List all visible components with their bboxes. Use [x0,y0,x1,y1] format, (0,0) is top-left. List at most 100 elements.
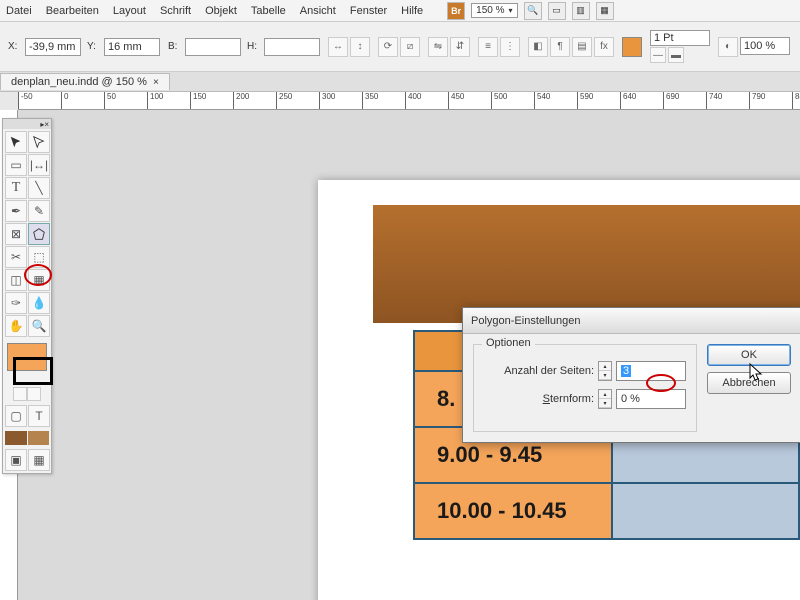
menu-hilfe[interactable]: Hilfe [401,5,423,17]
panel-close-icon[interactable]: × [44,120,49,129]
flip-v-icon[interactable]: ⇵ [450,37,470,57]
ruler-tick: 200 [233,92,249,109]
note-tool[interactable]: ✑ [5,292,27,314]
brown-header-bar [373,205,800,323]
opacity-field[interactable]: 100 % [740,37,790,55]
sides-field[interactable]: 3 [616,361,686,381]
line-tool[interactable]: ╲ [28,177,50,199]
gap-tool[interactable]: |↔| [28,154,50,176]
menu-bearbeiten[interactable]: Bearbeiten [46,5,99,17]
gradient-feather-tool[interactable]: ▦ [28,269,50,291]
para-icon[interactable]: ¶ [550,37,570,57]
zoom-tool[interactable]: 🔍 [28,315,50,337]
ruler-horizontal: -500501001502002503003504004505005405906… [18,92,800,110]
menu-fenster[interactable]: Fenster [350,5,387,17]
menu-bar: Datei Bearbeiten Layout Schrift Objekt T… [0,0,800,22]
zoom-level-dropdown[interactable]: 150 % [471,3,517,18]
close-tab-icon[interactable]: × [153,77,159,88]
ruler-tick: 0 [61,92,68,109]
ruler-tick: -50 [18,92,33,109]
menu-schrift[interactable]: Schrift [160,5,191,17]
ok-button[interactable]: OK [707,344,791,366]
flip-h-icon[interactable]: ⇋ [428,37,448,57]
pencil-tool[interactable]: ✎ [28,200,50,222]
y-label: Y: [87,41,101,52]
pen-tool[interactable]: ✒ [5,200,27,222]
view-mode-preview[interactable]: ▦ [28,449,50,471]
opacity-icon[interactable]: ◐ [718,37,738,57]
stroke-align-icon[interactable]: ▬ [668,47,684,63]
ruler-tick: 100 [147,92,163,109]
ruler-tick: 690 [663,92,679,109]
rotate-icon[interactable]: ⟳ [378,37,398,57]
stroke-weight-field[interactable]: 1 Pt [650,30,710,46]
rectangle-frame-tool[interactable]: ⊠ [5,223,27,245]
ruler-tick: 790 [749,92,765,109]
align-icon[interactable]: ≡ [478,37,498,57]
ruler-tick: 590 [577,92,593,109]
star-stepper[interactable]: ▴▾ [598,389,612,409]
cancel-button[interactable]: Abbrechen [707,372,791,394]
control-panel: X:-39,9 mm Y:16 mm B: H: ↔ ↕ ⟳ ⧄ ⇋ ⇵ ≡ ⋮… [0,22,800,72]
h-label: H: [247,41,261,52]
tools-panel[interactable]: ▸× ▭ |↔| T ╲ ✒ ✎ ⊠ ✂ ⬚ ◫ ▦ ✑ 💧 ✋ 🔍 ▢ T ▣… [2,118,52,474]
ruler-tick: 500 [491,92,507,109]
arrange-icon[interactable]: ▦ [596,2,614,20]
ruler-tick: 150 [190,92,206,109]
stroke-style-icon[interactable]: — [650,47,666,63]
table-cell: 10.00 - 10.45 [414,483,612,539]
default-colors-icon[interactable] [13,387,27,401]
table-cell [612,483,799,539]
view-mode-icon[interactable]: ▭ [548,2,566,20]
ruler-tick: 50 [104,92,116,109]
w-field[interactable] [185,38,241,56]
menu-layout[interactable]: Layout [113,5,146,17]
shear-icon[interactable]: ⧄ [400,37,420,57]
hand-tool[interactable]: ✋ [5,315,27,337]
search-icon[interactable]: 🔍 [524,2,542,20]
menu-datei[interactable]: Datei [6,5,32,17]
ruler-tick: 540 [534,92,550,109]
ruler-tick: 250 [276,92,292,109]
bridge-icon[interactable]: Br [447,2,465,20]
brown-swatch-1[interactable] [5,431,27,445]
selection-tool[interactable] [5,131,27,153]
sides-stepper[interactable]: ▴▾ [598,361,612,381]
color-theme-row [3,429,51,447]
pathfinder-icon[interactable]: ◧ [528,37,548,57]
scissors-tool[interactable]: ✂ [5,246,27,268]
distribute-icon[interactable]: ⋮ [500,37,520,57]
gradient-tool[interactable]: ◫ [5,269,27,291]
ruler-tick: 840 [792,92,800,109]
scale-x-icon[interactable]: ↔ [328,37,348,57]
x-field[interactable]: -39,9 mm [25,38,81,56]
brown-swatch-2[interactable] [28,431,50,445]
direct-selection-tool[interactable] [28,131,50,153]
doc-tab[interactable]: denplan_neu.indd @ 150 % × [0,73,170,90]
fill-swatch[interactable] [622,37,642,57]
doc-tab-label: denplan_neu.indd @ 150 % [11,76,147,88]
free-transform-tool[interactable]: ⬚ [28,246,50,268]
sides-label: Anzahl der Seiten: [504,365,594,377]
wrap-icon[interactable]: ▤ [572,37,592,57]
type-tool[interactable]: T [5,177,27,199]
apply-color-icon[interactable]: ▢ [5,405,27,427]
menu-objekt[interactable]: Objekt [205,5,237,17]
scale-y-icon[interactable]: ↕ [350,37,370,57]
h-field[interactable] [264,38,320,56]
view-mode-normal[interactable]: ▣ [5,449,27,471]
menu-ansicht[interactable]: Ansicht [300,5,336,17]
y-field[interactable]: 16 mm [104,38,160,56]
apply-text-icon[interactable]: T [28,405,50,427]
screen-mode-icon[interactable]: ▥ [572,2,590,20]
stroke-color-swatch[interactable] [13,357,53,385]
page-tool[interactable]: ▭ [5,154,27,176]
eyedropper-tool[interactable]: 💧 [28,292,50,314]
menu-tabelle[interactable]: Tabelle [251,5,286,17]
swap-colors-icon[interactable] [27,387,41,401]
polygon-tool[interactable] [28,223,50,245]
star-field[interactable]: 0 % [616,389,686,409]
effects-icon[interactable]: fx [594,37,614,57]
x-label: X: [8,41,22,52]
polygon-settings-dialog[interactable]: Polygon-Einstellungen Optionen Anzahl de… [462,307,800,443]
